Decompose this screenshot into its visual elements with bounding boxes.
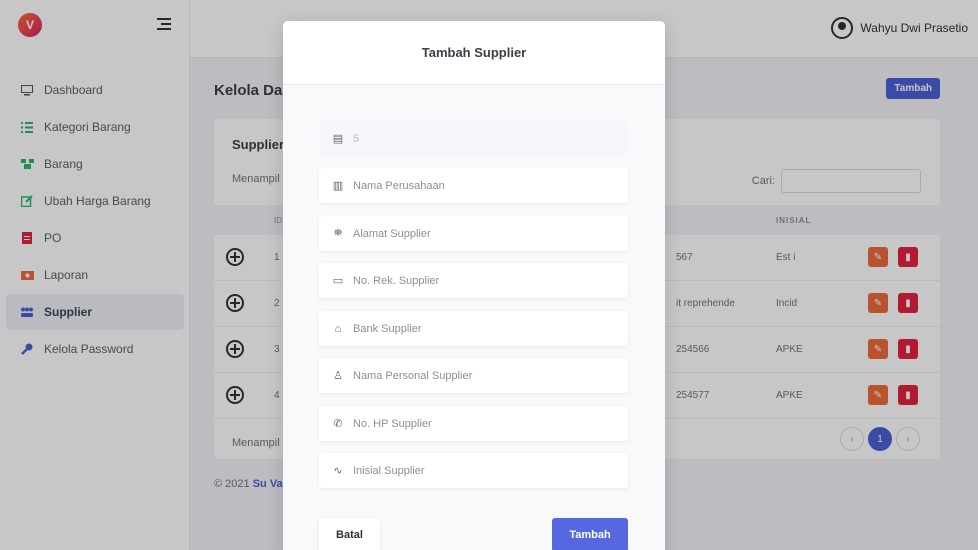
- initial-field[interactable]: ∿: [319, 453, 628, 488]
- id-input: [353, 132, 613, 145]
- account-number-field[interactable]: ▭: [319, 263, 628, 298]
- personal-name-input[interactable]: [353, 369, 613, 382]
- map-icon: ⛯: [333, 227, 343, 239]
- account-number-input[interactable]: [353, 274, 613, 287]
- id-card-icon: ▤: [332, 133, 344, 145]
- company-name-field[interactable]: ▥: [319, 168, 628, 203]
- bank-input[interactable]: [353, 322, 613, 335]
- personal-name-field[interactable]: ♙: [319, 358, 628, 393]
- address-input[interactable]: [353, 227, 613, 240]
- bank-icon: ⌂: [334, 322, 342, 335]
- address-field[interactable]: ⛯: [319, 216, 628, 251]
- phone-field[interactable]: ✆: [319, 406, 628, 441]
- modal-title: Tambah Supplier: [283, 21, 665, 85]
- company-name-input[interactable]: [353, 179, 613, 192]
- cancel-button[interactable]: Batal: [319, 518, 380, 550]
- person-icon: ♙: [333, 370, 343, 382]
- phone-icon: ✆: [333, 418, 343, 430]
- initial-input[interactable]: [353, 464, 613, 477]
- card-icon: ▭: [332, 275, 344, 287]
- submit-button[interactable]: Tambah: [552, 518, 628, 550]
- signature-icon: ∿: [333, 465, 343, 477]
- add-supplier-modal: Tambah Supplier ▤ ▥ ⛯ ▭ ⌂ ♙ ✆ ∿ Batal Ta…: [283, 21, 665, 550]
- phone-input[interactable]: [353, 417, 613, 430]
- bank-field[interactable]: ⌂: [319, 311, 628, 346]
- id-field: ▤: [319, 121, 628, 156]
- building-icon: ▥: [332, 180, 344, 192]
